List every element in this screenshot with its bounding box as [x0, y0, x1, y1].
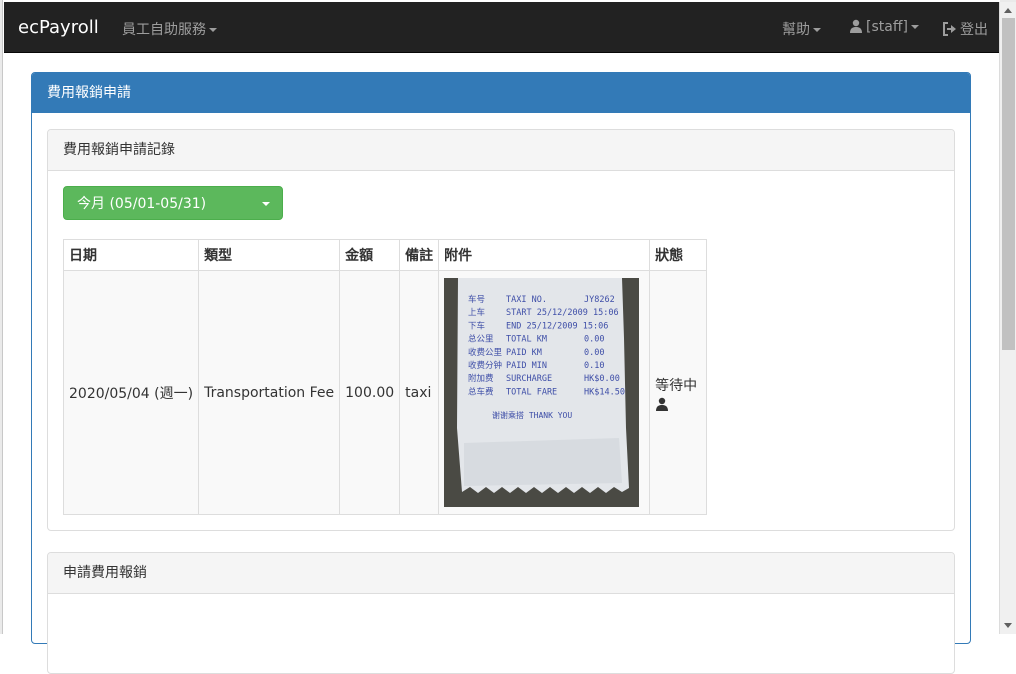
- receipt-line: 收费公里: [468, 347, 503, 358]
- col-amount: 金額: [339, 239, 401, 271]
- menu-help[interactable]: 幫助: [782, 19, 821, 39]
- col-attachment: 附件: [438, 239, 651, 271]
- row-status: 等待中: [649, 270, 708, 515]
- col-note: 備註: [399, 239, 440, 271]
- receipt-line: TOTAL KM: [506, 335, 547, 345]
- row-amount: 100.00: [339, 270, 401, 515]
- menu-help-label: 幫助: [782, 22, 810, 38]
- browser-viewport: ecPayroll 員工自助服務 幫助 [staff] 登出 費用報銷申請 費用…: [0, 0, 1016, 674]
- receipt-line: 总车费: [468, 386, 494, 397]
- scroll-up-icon[interactable]: [1004, 8, 1012, 13]
- receipt-line: JY8262: [584, 295, 615, 305]
- receipt-image[interactable]: 车号 TAXI NO. JY8262 上车 START 25/12/2009 15:06…: [444, 278, 640, 507]
- receipt-line: 下车: [468, 320, 485, 331]
- period-filter-label: 今月 (05/01-05/31): [77, 196, 207, 212]
- user-icon: [850, 19, 862, 33]
- menu-self-service[interactable]: 員工自助服務: [122, 19, 217, 39]
- receipt-line: PAID MIN: [506, 361, 547, 371]
- col-status: 狀態: [649, 239, 708, 271]
- receipt-thanks: 谢谢乘搭 THANK YOU: [492, 410, 572, 420]
- logout-label: 登出: [960, 22, 988, 38]
- receipt-line: PAID KM: [506, 348, 542, 358]
- apply-panel: 申請費用報銷: [47, 552, 955, 674]
- records-table: 日期 類型 金額 備註 附件 狀態 2020/05/04 (週一) Transp…: [62, 239, 708, 515]
- person-icon: [656, 397, 669, 411]
- caret-down-icon: [262, 202, 270, 206]
- expense-panel-title: 費用報銷申請: [32, 73, 970, 113]
- row-attachment[interactable]: 车号 TAXI NO. JY8262 上车 START 25/12/2009 15:06…: [438, 270, 651, 515]
- receipt-line: START 25/12/2009 15:06: [506, 308, 619, 318]
- menu-self-service-label: 員工自助服務: [122, 22, 206, 38]
- top-navbar: ecPayroll 員工自助服務 幫助 [staff] 登出: [4, 2, 999, 53]
- records-panel-title: 費用報銷申請記錄: [48, 130, 954, 171]
- scroll-thumb[interactable]: [1002, 18, 1015, 350]
- receipt-line: 0.10: [584, 361, 604, 371]
- receipt-line: SURCHARGE: [506, 374, 552, 384]
- receipt-line: 车号: [468, 294, 485, 305]
- receipt-line: 0.00: [584, 348, 604, 358]
- receipt-line: 附加费: [468, 373, 494, 384]
- receipt-line: TAXI NO.: [506, 295, 547, 305]
- receipt-line: TOTAL FARE: [506, 387, 557, 397]
- status-text: 等待中: [655, 377, 698, 394]
- receipt-line: HK$0.00: [584, 374, 620, 384]
- logout-link[interactable]: 登出: [942, 19, 988, 39]
- caret-down-icon: [813, 28, 821, 32]
- period-filter-dropdown[interactable]: 今月 (05/01-05/31): [63, 186, 283, 220]
- col-date: 日期: [62, 239, 200, 271]
- expense-panel: 費用報銷申請 費用報銷申請記錄 今月 (05/01-05/31) 日期 類型 金…: [31, 72, 971, 674]
- menu-user[interactable]: [staff]: [849, 19, 919, 35]
- logout-icon: [943, 22, 956, 36]
- receipt-line: END 25/12/2009 15:06: [506, 321, 608, 331]
- receipt-line: 0.00: [584, 335, 604, 345]
- brand-logo[interactable]: ecPayroll: [18, 17, 99, 38]
- row-date: 2020/05/04 (週一): [62, 270, 200, 515]
- caret-down-icon: [209, 28, 217, 32]
- records-panel: 費用報銷申請記錄 今月 (05/01-05/31) 日期 類型 金額 備註 附件…: [47, 129, 955, 531]
- table-row: 2020/05/04 (週一) Transportation Fee 100.0…: [62, 270, 708, 515]
- receipt-line: 总公里: [468, 334, 494, 345]
- receipt-line: HK$14.50: [584, 387, 625, 397]
- menu-user-label: [staff]: [866, 19, 908, 35]
- table-header-row: 日期 類型 金額 備註 附件 狀態: [62, 239, 708, 271]
- apply-panel-title: 申請費用報銷: [48, 553, 954, 594]
- vertical-scrollbar[interactable]: [999, 2, 1016, 634]
- caret-down-icon: [910, 25, 919, 29]
- receipt-line: 收费分钟: [468, 360, 502, 371]
- receipt-line: 上车: [468, 307, 485, 318]
- col-type: 類型: [198, 239, 341, 271]
- row-note: taxi: [399, 270, 440, 515]
- row-type: Transportation Fee: [198, 270, 341, 515]
- scroll-down-icon[interactable]: [1004, 623, 1012, 628]
